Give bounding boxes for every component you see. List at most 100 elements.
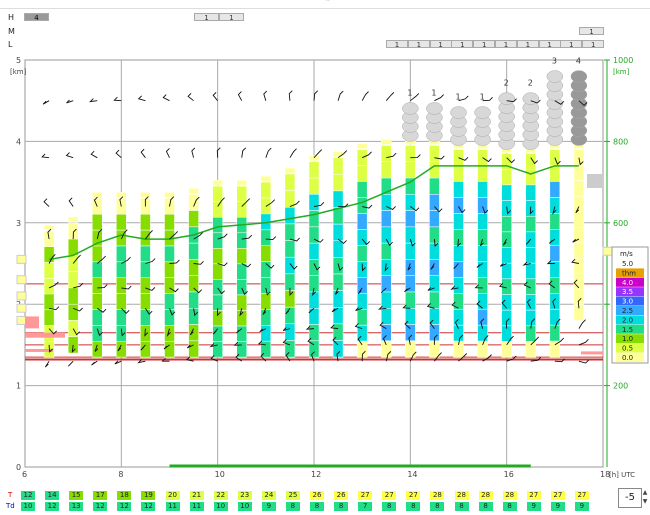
dewpoint-cell: 11 xyxy=(189,502,204,511)
column-cell xyxy=(212,248,223,265)
td-label: Td xyxy=(6,502,15,510)
column-cell xyxy=(260,229,272,246)
column-cell xyxy=(308,340,320,358)
column-cell xyxy=(43,262,55,279)
column-cell xyxy=(308,242,320,260)
temperature-cell: 28 xyxy=(454,491,469,500)
temperature-cell: 14 xyxy=(45,491,60,500)
temperature-cell: 21 xyxy=(189,491,204,500)
column-cell xyxy=(188,275,199,293)
dewpoint-cell: 12 xyxy=(93,502,108,511)
edge-thermal xyxy=(581,351,603,355)
column-5 xyxy=(164,192,175,358)
column-cell xyxy=(381,161,392,179)
column-cell xyxy=(429,242,440,260)
column-cell xyxy=(453,165,464,182)
column-cell xyxy=(332,340,344,358)
column-cell xyxy=(92,261,103,278)
column-cap xyxy=(260,175,272,182)
cloud-puff xyxy=(402,102,419,115)
column-cell xyxy=(164,214,175,231)
column-cell xyxy=(164,309,175,326)
offset-stepper[interactable]: -5 xyxy=(618,488,642,508)
temperature-cell: 15 xyxy=(69,491,84,500)
x-tick-label: 10 xyxy=(215,470,225,479)
column-cell xyxy=(453,308,464,326)
column-cell xyxy=(116,214,127,231)
column-cell xyxy=(188,259,199,276)
column-cell xyxy=(525,184,536,201)
column-cell xyxy=(92,245,103,263)
column-cell xyxy=(453,324,464,342)
column-cell xyxy=(525,247,536,264)
temperature-cell: 27 xyxy=(406,491,421,500)
column-cell xyxy=(188,242,199,260)
column-cell xyxy=(284,323,296,341)
column-cell xyxy=(429,177,440,195)
column-cell xyxy=(260,181,272,199)
dewpoint-cell: 8 xyxy=(310,502,324,511)
column-cell xyxy=(236,325,247,342)
column-cell xyxy=(236,201,247,218)
left-tick-label: 1 xyxy=(16,382,21,391)
legend-label: 4.0 xyxy=(622,279,633,287)
dewpoint-cell: 12 xyxy=(45,502,60,511)
edge-cell xyxy=(16,275,27,285)
column-cell xyxy=(92,277,103,294)
column-cell xyxy=(405,226,416,244)
column-cell xyxy=(308,291,320,309)
dewpoint-cell: 8 xyxy=(502,502,517,511)
dewpoint-cell: 8 xyxy=(382,502,397,511)
column-cap xyxy=(212,179,223,186)
legend-title: m/s xyxy=(620,250,633,258)
column-cap xyxy=(381,139,392,145)
column-cell xyxy=(92,325,103,342)
column-cell xyxy=(405,145,416,163)
column-cell xyxy=(284,306,296,325)
cloud-label: 2 xyxy=(528,79,533,88)
column-cell xyxy=(140,214,151,231)
column-cell xyxy=(525,153,536,170)
column-cell xyxy=(405,242,416,260)
dewpoint-cell: 9 xyxy=(550,502,565,511)
column-cell xyxy=(332,174,344,192)
column-cell xyxy=(236,248,247,265)
dewpoint-cell: 11 xyxy=(165,502,180,511)
column-cell xyxy=(332,257,344,275)
dewpoint-cell: 8 xyxy=(454,502,469,511)
column-cell xyxy=(260,325,272,342)
x-tick-label: 6 xyxy=(22,470,27,479)
column-cell xyxy=(429,259,440,276)
stepper-arrows[interactable]: ▲ ▼ xyxy=(641,488,649,506)
column-cell xyxy=(188,210,199,228)
column-cell xyxy=(308,194,320,211)
column-cell xyxy=(477,181,488,198)
dewpoint-cell: 8 xyxy=(334,502,349,511)
dewpoint-cell: 8 xyxy=(285,502,300,511)
column-cell xyxy=(140,277,151,294)
dewpoint-cell: 12 xyxy=(141,502,156,511)
chart: 012345[km]2004006008001000[km]6810121416… xyxy=(10,56,649,479)
dewpoint-cell: 13 xyxy=(69,502,84,511)
dewpoint-cell: 8 xyxy=(478,502,493,511)
column-cell xyxy=(260,197,272,215)
column-cell xyxy=(477,340,488,358)
column-cap xyxy=(164,192,175,198)
cloud-label: 1 xyxy=(407,88,412,97)
column-cell xyxy=(308,259,320,276)
legend-label: 1.0 xyxy=(622,335,633,343)
legend-label: 2.0 xyxy=(622,316,633,324)
column-cell xyxy=(453,213,464,230)
column-cell xyxy=(332,290,344,308)
edge-cell xyxy=(16,303,27,313)
column-cell xyxy=(405,324,416,342)
cloud-puff xyxy=(426,102,443,115)
column-cell xyxy=(573,242,585,259)
column-cell xyxy=(116,293,127,310)
column-cell xyxy=(116,245,127,263)
legend-label: 3.5 xyxy=(622,288,633,296)
column-cell xyxy=(429,145,440,163)
dewpoint-cell: 9 xyxy=(261,502,276,511)
column-cell xyxy=(212,185,223,202)
x-tick-label: 12 xyxy=(311,470,321,479)
